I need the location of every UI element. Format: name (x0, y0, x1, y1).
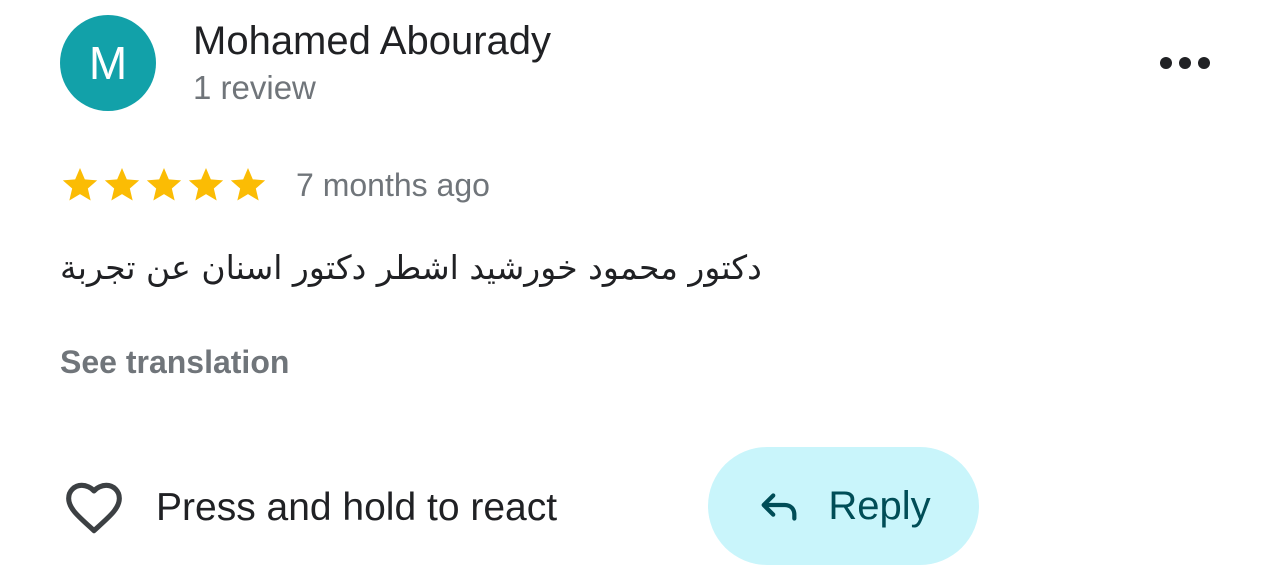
review-text: دكتور محمود خورشيد اشطر دكتور اسنان عن ت… (60, 248, 762, 287)
reviewer-name[interactable]: Mohamed Abourady (193, 16, 551, 66)
reply-arrow-icon (761, 493, 797, 521)
heart-outline-icon (66, 482, 122, 534)
reviewer-review-count: 1 review (193, 69, 316, 106)
star-icon (188, 168, 224, 201)
star-icon (62, 168, 98, 201)
rating-row: 7 months ago (60, 162, 490, 208)
see-translation-link[interactable]: See translation (60, 340, 289, 384)
more-horizontal-icon (1160, 57, 1210, 69)
more-options-button[interactable] (1150, 40, 1220, 86)
avatar[interactable]: M (60, 15, 156, 111)
react-label: Press and hold to react (156, 486, 558, 529)
star-rating (60, 165, 268, 205)
star-icon (104, 168, 140, 201)
reply-button[interactable]: Reply (708, 447, 979, 565)
star-icon (230, 168, 266, 201)
star-icon (146, 168, 182, 201)
review-time: 7 months ago (296, 167, 490, 203)
avatar-initial: M (88, 37, 128, 89)
reply-label: Reply (828, 484, 931, 528)
react-button[interactable]: Press and hold to react (62, 476, 557, 540)
